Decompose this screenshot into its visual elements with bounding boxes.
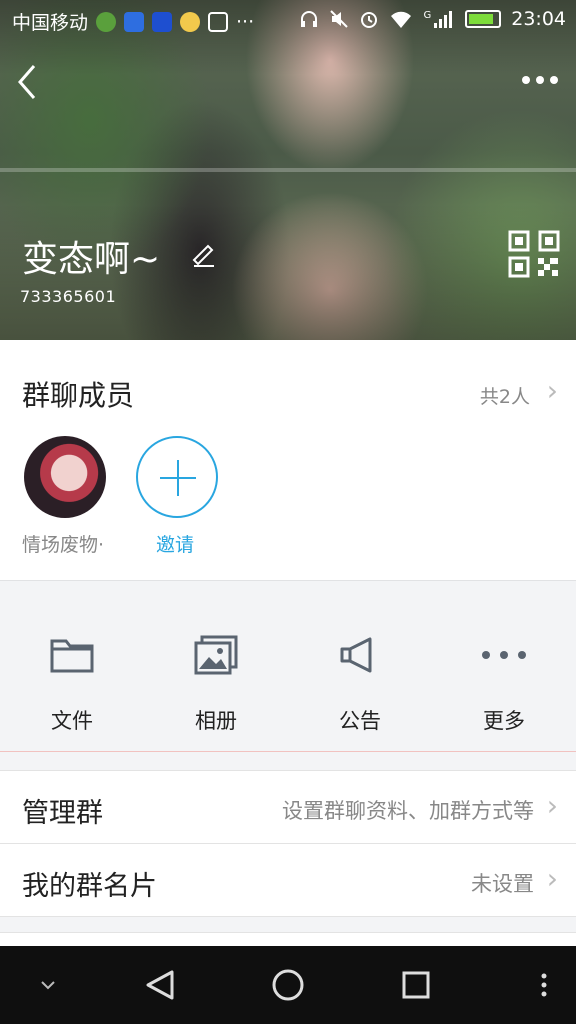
more-dots-icon <box>482 651 526 659</box>
signal-icon <box>434 11 453 28</box>
my-group-card-row[interactable]: 我的群名片 未设置 › <box>0 843 576 917</box>
manage-group-row[interactable]: 管理群 设置群聊资料、加群方式等 › <box>0 770 576 844</box>
members-section: 群聊成员 共2人 › 情场废物· 邀请 <box>0 340 576 580</box>
chevron-right-icon: › <box>546 789 558 822</box>
members-title: 群聊成员 <box>22 379 135 412</box>
chevron-right-icon: › <box>546 862 558 895</box>
lightbulb-icon <box>180 11 201 32</box>
qr-code-icon[interactable] <box>508 230 560 278</box>
invite-label[interactable]: 邀请 <box>156 530 194 557</box>
folder-icon <box>50 639 94 673</box>
system-nav-bar <box>0 946 576 1024</box>
status-bar: 中国移动 ··· G 23:04 <box>0 0 576 40</box>
recents-square-icon[interactable] <box>396 946 436 1024</box>
photo-album-icon <box>194 635 238 675</box>
tool-announcement[interactable]: 公告 <box>288 581 432 753</box>
megaphone-icon <box>340 637 372 673</box>
tool-files[interactable]: 文件 <box>0 581 144 753</box>
invite-button[interactable] <box>136 436 218 518</box>
avatar[interactable] <box>24 436 106 518</box>
tool-label: 相册 <box>195 709 237 733</box>
tool-album[interactable]: 相册 <box>144 581 288 753</box>
tool-label: 更多 <box>483 709 525 733</box>
network-label: G <box>423 9 432 21</box>
group-id: 733365601 <box>20 287 117 306</box>
baidu-icon <box>152 11 173 32</box>
status-left: 中国移动 ··· <box>12 8 254 35</box>
group-name: 变态啊~ <box>22 239 161 280</box>
row-value: 未设置 <box>471 872 534 896</box>
clock-label: 23:04 <box>511 8 566 30</box>
wechat-icon <box>96 11 117 32</box>
baidu-cloud-icon <box>124 11 145 32</box>
battery-icon <box>465 10 502 28</box>
members-count[interactable]: 共2人 <box>480 382 530 409</box>
mute-icon <box>330 10 349 28</box>
image-icon <box>208 11 229 32</box>
group-info-screen: { "status_bar": { "carrier": "中国移动", "ti… <box>0 0 576 1024</box>
row-title: 我的群名片 <box>22 871 157 902</box>
wifi-icon <box>391 11 412 29</box>
headphones-icon <box>301 11 318 27</box>
row-title: 管理群 <box>22 798 103 829</box>
chevron-left-icon[interactable] <box>10 60 50 104</box>
tool-more[interactable]: 更多 <box>432 581 576 753</box>
menu-dots-icon[interactable] <box>530 946 558 1024</box>
chevron-down-icon[interactable] <box>34 946 62 1024</box>
plus-icon-vertical <box>177 460 179 496</box>
status-right: G 23:04 <box>299 8 566 30</box>
chevron-right-icon[interactable]: › <box>547 374 558 407</box>
tool-label: 公告 <box>339 709 381 733</box>
tool-label: 文件 <box>51 709 93 733</box>
group-tools: 文件 相册 公告 更多 <box>0 580 576 752</box>
ellipsis-icon: ··· <box>236 10 255 33</box>
alarm-icon <box>361 12 378 28</box>
row-value: 设置群聊资料、加群方式等 <box>282 799 534 823</box>
home-circle-icon[interactable] <box>268 946 308 1024</box>
carrier-label: 中国移动 <box>12 12 89 34</box>
member-name: 情场废物· <box>22 534 105 556</box>
pencil-icon[interactable] <box>190 240 218 268</box>
more-dots-icon[interactable] <box>518 64 562 96</box>
back-triangle-icon[interactable] <box>140 946 180 1024</box>
